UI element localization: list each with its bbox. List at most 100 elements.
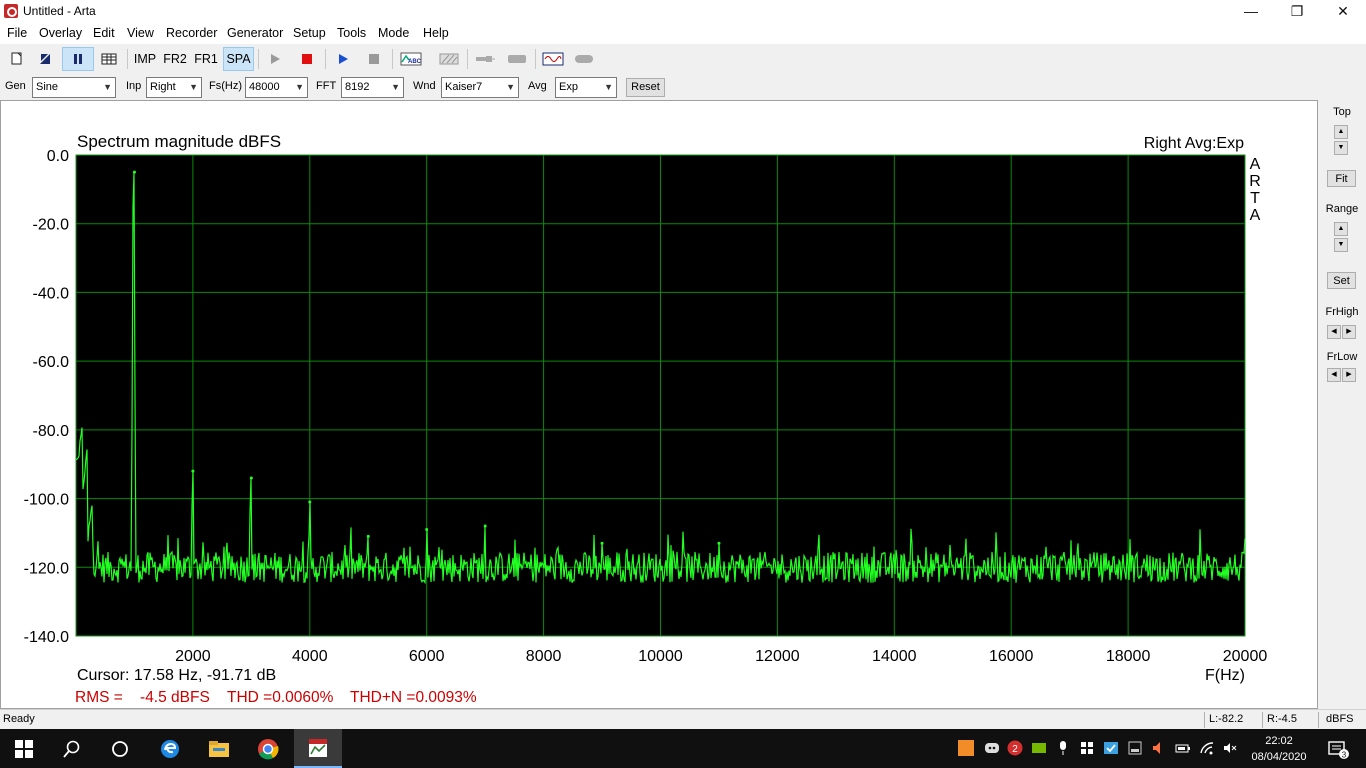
spectrum-chart[interactable]: Spectrum magnitude dBFS Right Avg:Exp AR… — [1, 101, 1317, 717]
gen-select[interactable]: Sine ▼ — [32, 77, 116, 98]
menu-overlay[interactable]: Overlay — [39, 26, 82, 40]
imp-button[interactable]: IMP — [131, 47, 159, 71]
device-tray-icon[interactable] — [1127, 740, 1143, 756]
spectrum-peak-point — [191, 469, 195, 473]
range-label: Range — [1325, 203, 1359, 215]
inp-label: Inp — [126, 80, 142, 92]
start-icon[interactable] — [0, 729, 48, 768]
arta-watermark: ARTA — [1249, 156, 1261, 224]
menu-setup[interactable]: Setup — [293, 26, 326, 40]
spectrum-peak-point — [717, 541, 721, 545]
spectrum-peak-point — [600, 541, 604, 545]
watermark-letter: A — [1250, 156, 1261, 173]
task-view-icon[interactable] — [96, 729, 144, 768]
fft-select[interactable]: 8192 ▼ — [341, 77, 404, 98]
left-level: L:-82.2 — [1209, 713, 1244, 725]
defender-tray-icon[interactable] — [1103, 740, 1119, 756]
status-ready: Ready — [3, 713, 35, 725]
y-tick-label: -120.0 — [24, 560, 69, 577]
cable-icon[interactable] — [504, 47, 530, 71]
range-up-arrow-icon[interactable]: ▲ — [1334, 222, 1348, 236]
chrome-icon[interactable] — [244, 729, 292, 768]
menu-mode[interactable]: Mode — [378, 26, 409, 40]
action-center-icon[interactable]: 3 — [1318, 729, 1358, 768]
chart-title: Spectrum magnitude dBFS — [77, 132, 281, 151]
menu-help[interactable]: Help — [423, 26, 449, 40]
wnd-select[interactable]: Kaiser7 ▼ — [441, 77, 519, 98]
chevron-down-icon: ▼ — [295, 82, 304, 92]
close-button[interactable]: ✕ — [1320, 0, 1366, 24]
spectrum-peak-point — [249, 476, 253, 480]
set-button[interactable]: Set — [1327, 272, 1356, 289]
volume-muted-icon[interactable] — [1151, 740, 1167, 756]
edge-icon[interactable] — [146, 729, 194, 768]
maximize-button[interactable]: ❐ — [1274, 0, 1320, 24]
watermark-letter: T — [1250, 190, 1260, 207]
spa-button[interactable]: SPA — [223, 47, 254, 71]
top-up-arrow-icon[interactable]: ▲ — [1334, 125, 1348, 139]
battery-icon[interactable] — [1175, 740, 1191, 756]
menu-generator[interactable]: Generator — [227, 26, 283, 40]
microphone-tray-icon[interactable] — [1055, 740, 1071, 756]
spectrum-peak-point — [483, 524, 487, 528]
wifi-icon[interactable] — [1199, 740, 1215, 756]
play-gray-icon[interactable] — [263, 47, 287, 71]
table-icon[interactable] — [96, 47, 122, 71]
menu-edit[interactable]: Edit — [93, 26, 115, 40]
signal-icon[interactable] — [540, 47, 566, 71]
fit-button[interactable]: Fit — [1327, 170, 1356, 187]
y-tick-label: -140.0 — [24, 629, 69, 646]
y-tick-label: -20.0 — [33, 217, 70, 234]
speaker-icon[interactable] — [1222, 740, 1238, 756]
system-clock[interactable]: 22:02 08/04/2020 — [1244, 733, 1314, 765]
frhigh-left-arrow-icon[interactable]: ◀ — [1327, 325, 1341, 339]
play-blue-icon[interactable] — [331, 47, 355, 71]
menu-view[interactable]: View — [127, 26, 154, 40]
explorer-icon[interactable] — [195, 729, 243, 768]
x-tick-label: 4000 — [292, 648, 328, 665]
y-tick-label: -40.0 — [33, 285, 70, 302]
menu-file[interactable]: File — [7, 26, 27, 40]
security-tray-icon[interactable] — [1079, 740, 1095, 756]
fr1-button[interactable]: FR1 — [192, 47, 220, 71]
hatch-icon[interactable] — [436, 47, 462, 71]
arta-app-icon[interactable] — [4, 4, 18, 18]
stop-gray-icon[interactable] — [362, 47, 386, 71]
range-down-arrow-icon[interactable]: ▼ — [1334, 238, 1348, 252]
chevron-down-icon: ▼ — [506, 82, 515, 92]
menu-tools[interactable]: Tools — [337, 26, 366, 40]
new-document-icon[interactable] — [4, 47, 30, 71]
rounded-rect-icon[interactable] — [571, 47, 597, 71]
arta-icon[interactable] — [294, 729, 342, 768]
top-down-arrow-icon[interactable]: ▼ — [1334, 141, 1348, 155]
abc-icon[interactable]: ABC — [398, 47, 424, 71]
minimize-button[interactable]: — — [1228, 0, 1274, 24]
pause-icon[interactable] — [62, 47, 94, 71]
status-bar: Ready L:-82.2 R:-4.5 dBFS — [0, 709, 1366, 729]
vlc-tray-icon[interactable] — [958, 740, 974, 756]
fr2-button[interactable]: FR2 — [161, 47, 189, 71]
frlow-left-arrow-icon[interactable]: ◀ — [1327, 368, 1341, 382]
svg-text:3: 3 — [1342, 750, 1347, 759]
gen-label: Gen — [5, 80, 26, 92]
wnd-label: Wnd — [413, 80, 436, 92]
notification-badge-icon[interactable]: 2 — [1007, 740, 1023, 756]
x-tick-label: 2000 — [175, 648, 211, 665]
frhigh-right-arrow-icon[interactable]: ▶ — [1342, 325, 1356, 339]
fs-select[interactable]: 48000 ▼ — [245, 77, 308, 98]
probe-icon[interactable] — [472, 47, 498, 71]
spectrum-plot-panel[interactable]: Spectrum magnitude dBFS Right Avg:Exp AR… — [0, 100, 1318, 717]
inp-select[interactable]: Right ▼ — [146, 77, 202, 98]
search-icon[interactable] — [48, 729, 96, 768]
reset-button[interactable]: Reset — [626, 78, 665, 97]
nvidia-tray-icon[interactable] — [1031, 740, 1047, 756]
spectrum-peak-point — [308, 500, 312, 504]
avg-select[interactable]: Exp ▼ — [555, 77, 617, 98]
frlow-right-arrow-icon[interactable]: ▶ — [1342, 368, 1356, 382]
open-icon[interactable] — [32, 47, 58, 71]
chevron-down-icon: ▼ — [391, 82, 400, 92]
frhigh-label: FrHigh — [1325, 306, 1359, 318]
stop-red-icon[interactable] — [295, 47, 319, 71]
discord-tray-icon[interactable] — [984, 740, 1000, 756]
menu-recorder[interactable]: Recorder — [166, 26, 217, 40]
